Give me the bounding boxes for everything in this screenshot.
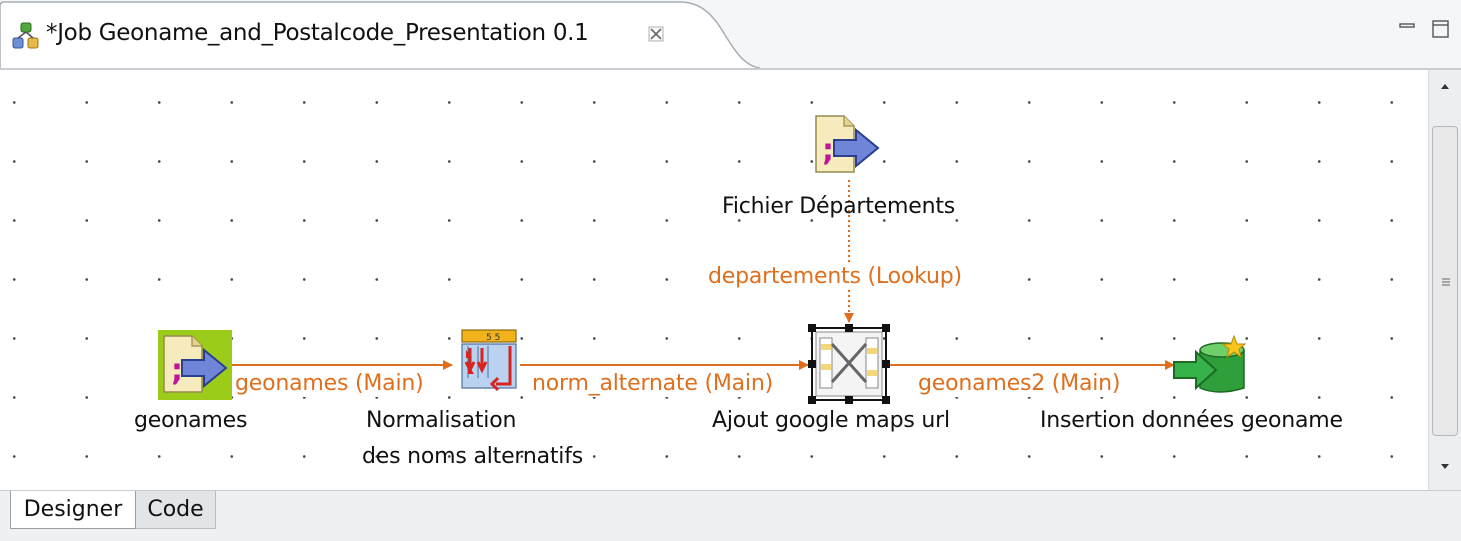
link-label-geonames[interactable]: geonames (Main) <box>235 371 424 397</box>
tab-code[interactable]: Code <box>136 491 216 529</box>
node-fichier-departements[interactable]: ; <box>812 114 884 176</box>
link-label-departements[interactable]: departements (Lookup) <box>708 264 962 290</box>
scrollbar-thumb[interactable] <box>1432 126 1458 436</box>
svg-text:;: ; <box>822 133 834 168</box>
scroll-down-arrow-icon[interactable] <box>1439 460 1451 472</box>
node-label-ajout: Ajout google maps url <box>712 408 950 433</box>
node-label-insertion: Insertion données geoname <box>1040 408 1343 433</box>
node-ajout-google-maps[interactable] <box>808 324 890 404</box>
normalize-icon: 5 5 <box>461 329 517 392</box>
grip-icon <box>1442 278 1450 286</box>
node-normalisation[interactable]: 5 5 <box>458 328 520 392</box>
node-label-geonames: geonames <box>134 408 248 433</box>
node-insertion[interactable] <box>1172 334 1252 398</box>
svg-text:5 5: 5 5 <box>486 333 500 343</box>
node-label-normalisation-2: des noms alternatifs <box>362 444 584 469</box>
file-input-delimited-icon: ; <box>815 115 880 173</box>
link-label-geonames2[interactable]: geonames2 (Main) <box>918 371 1120 397</box>
tab-designer[interactable]: Designer <box>10 491 136 529</box>
db-output-icon <box>1173 334 1247 393</box>
node-geonames[interactable]: ; <box>158 330 232 400</box>
tmap-icon <box>808 324 890 404</box>
link-label-norm-alternate[interactable]: norm_alternate (Main) <box>532 371 773 397</box>
node-label-fichier-departements: Fichier Départements <box>722 194 956 219</box>
node-label-normalisation-1: Normalisation <box>366 408 517 433</box>
scroll-up-arrow-icon[interactable] <box>1439 80 1451 92</box>
file-input-delimited-icon: ; <box>158 330 232 400</box>
maximize-icon[interactable] <box>1430 18 1452 40</box>
editor-bottom-tabs: Designer Code <box>0 490 1461 541</box>
